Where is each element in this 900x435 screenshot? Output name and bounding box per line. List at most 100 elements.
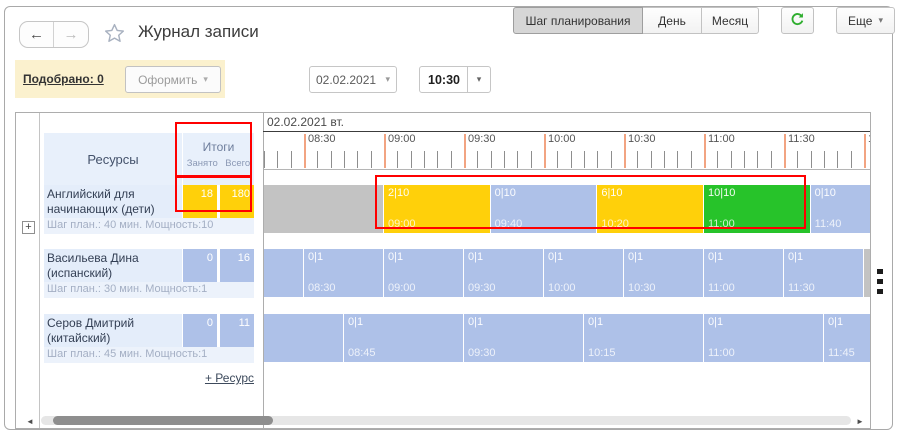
resource-name-cell[interactable]: Английский для начинающих (дети) [44, 185, 182, 218]
schedule-slot[interactable]: 6|1010:20 [597, 185, 703, 233]
time-input[interactable]: 10:30 ▾ [419, 66, 491, 93]
scrollbar-track[interactable] [41, 416, 851, 425]
minor-tick [824, 151, 825, 168]
time-dropdown-icon[interactable]: ▾ [467, 67, 490, 92]
schedule-slot[interactable]: 0|111:00 [704, 314, 823, 362]
minor-tick [651, 151, 652, 168]
journal-window: ← → Журнал записи × Подобрано: 0 Оформит… [4, 6, 893, 430]
schedule-slot[interactable]: 0|1011:40 [811, 185, 871, 233]
minor-tick [811, 151, 812, 168]
slot-time-label: 10:15 [588, 347, 616, 359]
schedule-slot[interactable] [264, 185, 383, 233]
minor-tick [837, 151, 838, 168]
slot-time-label: 09:40 [495, 218, 523, 230]
minor-tick [397, 151, 398, 168]
step-planning-button[interactable]: Шаг планирования [513, 7, 643, 34]
slot-time-label: 10:30 [628, 282, 656, 294]
page-title: Журнал записи [138, 22, 259, 42]
resource-step-info: Шаг план.: 45 мин. Мощность:1 [44, 347, 254, 363]
minor-tick [517, 151, 518, 168]
splitter-handle-dot[interactable] [877, 289, 883, 294]
horizontal-scrollbar[interactable]: ◄ ► [16, 413, 871, 429]
tick-label: 10:00 [548, 133, 576, 145]
back-button[interactable]: ← [20, 22, 54, 47]
resource-step-info: Шаг план.: 30 мин. Мощность:1 [44, 282, 254, 298]
resource-name-cell[interactable]: Васильева Дина (испанский) [44, 249, 182, 282]
time-ruler: 08:3009:0009:3010:0010:3011:0011:3012:00 [264, 132, 871, 170]
day-button[interactable]: День [642, 7, 702, 34]
schedule-slot[interactable]: 0|111:45 [824, 314, 871, 362]
schedule-slot[interactable]: 0|110:00 [544, 249, 623, 297]
slot-time-label: 11:30 [788, 282, 815, 294]
tick-label: 11:00 [708, 133, 735, 145]
minor-tick [411, 151, 412, 168]
major-tick [624, 134, 626, 168]
schedule-slot[interactable]: 0|108:45 [344, 314, 463, 362]
schedule-slot[interactable]: 0|109:30 [464, 249, 543, 297]
schedule-slot[interactable] [264, 249, 303, 297]
major-tick [384, 134, 386, 168]
schedule-slot[interactable]: 0|1009:40 [491, 185, 597, 233]
splitter-handle-dot[interactable] [877, 279, 883, 284]
scrollbar-thumb[interactable] [53, 416, 273, 425]
minor-tick [584, 151, 585, 168]
date-dropdown-icon[interactable]: ▾ [379, 74, 396, 85]
schedule-slot[interactable]: 0|111:30 [784, 249, 863, 297]
resources-column-header: Ресурсы [44, 133, 182, 185]
minor-tick [691, 151, 692, 168]
resource-name-cell[interactable]: Серов Дмитрий (китайский) [44, 314, 182, 347]
schedule-slot[interactable]: 0|1 10:15 [584, 314, 703, 362]
schedule-slot[interactable]: 0|111:00 [704, 249, 783, 297]
add-resource-link[interactable]: + Ресурс [44, 371, 254, 385]
tick-label: 11:30 [788, 133, 815, 145]
issue-button[interactable]: Оформить ▾ [125, 66, 221, 93]
more-button[interactable]: Еще ▾ [836, 7, 895, 34]
expand-row-icon[interactable]: + [22, 221, 35, 234]
minor-tick [491, 151, 492, 168]
slot-occupancy-label: 0|1 [468, 251, 483, 263]
favorite-star-icon[interactable] [103, 22, 126, 50]
minor-tick [317, 151, 318, 168]
tick-label: 12:00 [868, 133, 871, 145]
schedule-slot[interactable]: 0|108:30 [304, 249, 383, 297]
schedule-slot[interactable]: 10|1011:00 [704, 185, 810, 233]
minor-tick [437, 151, 438, 168]
schedule-slot[interactable]: 0|110:30 [624, 249, 703, 297]
minor-tick [531, 151, 532, 168]
minor-tick [331, 151, 332, 168]
slot-time-label: 11:00 [708, 218, 735, 230]
major-tick [704, 134, 706, 168]
schedule-slot[interactable] [264, 314, 343, 362]
slot-occupancy-label: 0|1 [348, 316, 363, 328]
resource-step-info: Шаг план.: 40 мин. Мощность:10 [44, 218, 254, 234]
scroll-left-icon[interactable]: ◄ [26, 417, 34, 426]
schedule-slot[interactable]: 0|109:00 [384, 249, 463, 297]
schedule-slot[interactable]: 2|10 09:00 [384, 185, 490, 233]
slot-time-label: 10:00 [548, 282, 576, 294]
major-tick [464, 134, 466, 168]
tick-label: 09:00 [388, 133, 416, 145]
resource-timeline-row: 0|108:450|109:300|110:150|111:000|111:45 [264, 314, 871, 363]
forward-button[interactable]: → [54, 22, 88, 47]
slot-occupancy-label: 0|1 [588, 316, 603, 328]
resource-capacity-cell: 180 [220, 185, 254, 218]
schedule-slot[interactable]: 0|1 09:30 [464, 314, 583, 362]
minor-tick [744, 151, 745, 168]
schedule-slot[interactable] [864, 249, 871, 297]
resource-timeline-row: 0|108:300|109:000|109:300|110:000|110:30… [264, 249, 871, 298]
resource-busy-cell: 0 [183, 249, 217, 282]
slot-time-label: 09:30 [468, 347, 496, 359]
splitter-handle-dot[interactable] [877, 269, 883, 274]
slot-occupancy-label: 2|10 [388, 187, 409, 199]
slot-time-label: 09:00 [388, 218, 416, 230]
slot-time-label: 08:30 [308, 282, 336, 294]
minor-tick [597, 151, 598, 168]
scroll-right-icon[interactable]: ► [856, 417, 864, 426]
month-button[interactable]: Месяц [701, 7, 759, 34]
date-input[interactable]: 02.02.2021 ▾ [309, 66, 397, 93]
slot-occupancy-label: 0|1 [468, 316, 483, 328]
minor-tick [264, 151, 265, 168]
resource-capacity-cell: 11 [220, 314, 254, 347]
refresh-button[interactable] [781, 7, 814, 34]
selected-count-link[interactable]: Подобрано: 0 [23, 72, 104, 86]
